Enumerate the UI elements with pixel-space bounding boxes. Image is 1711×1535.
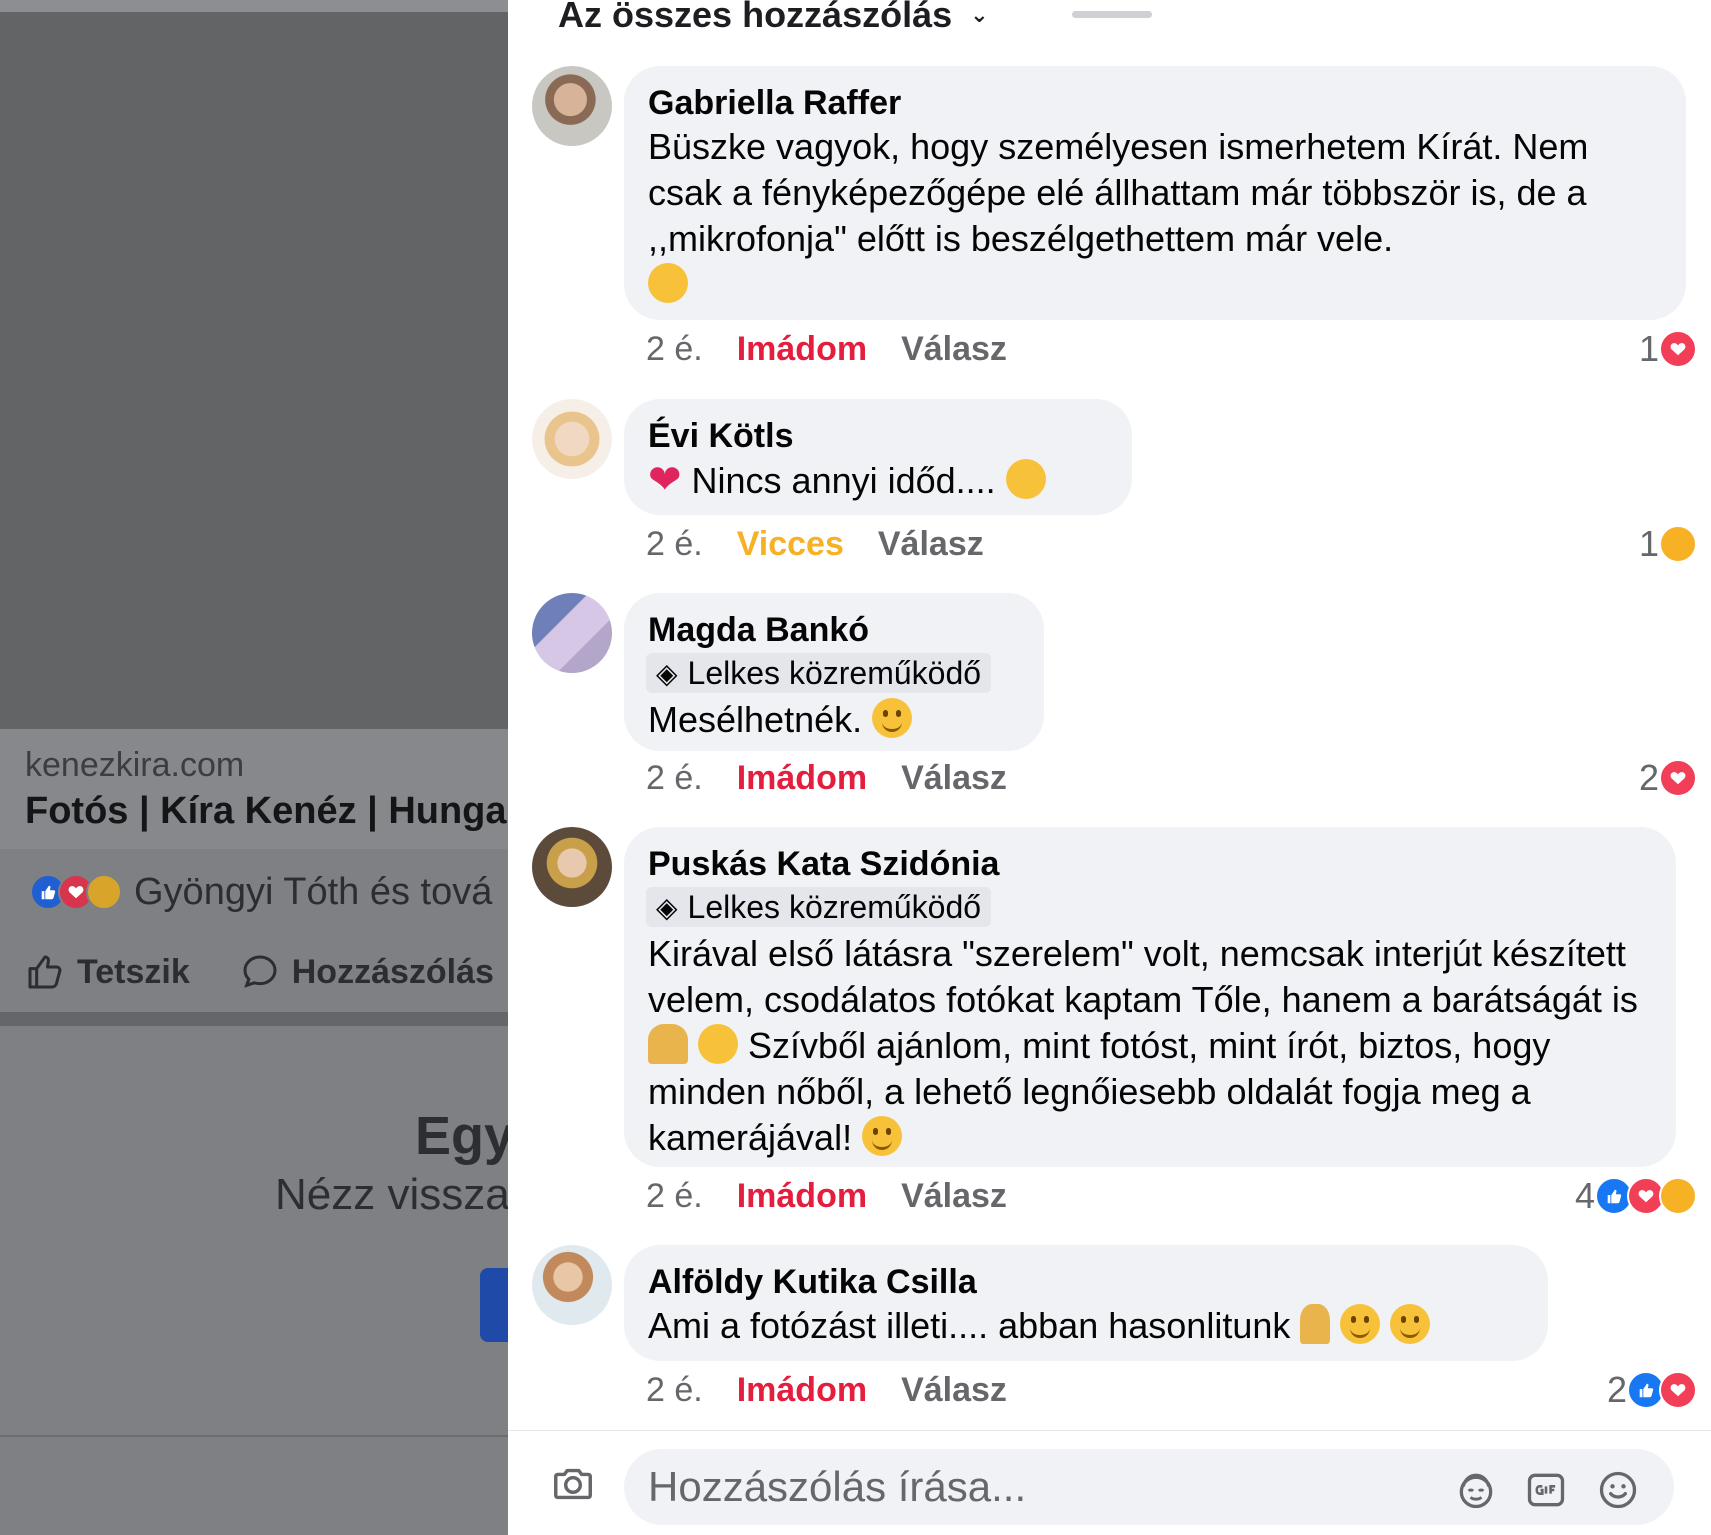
emoji-icon[interactable]: [1596, 1468, 1637, 1509]
comment-meta: 2 é. Imádom Válasz: [646, 758, 1007, 798]
reactors-names: Gyöngyi Tóth és tová: [134, 870, 493, 913]
background-heading: Egy: [415, 1106, 515, 1166]
comment-meta: 2 é. Imádom Válasz: [646, 329, 1007, 369]
comment-bubble: Évi Kötls ❤ Nincs annyi időd....: [624, 399, 1132, 515]
comment-bubble-icon: [243, 955, 277, 988]
comment-bubble: Puskás Kata Szidónia ◈ Lelkes közreműködő…: [624, 827, 1676, 1167]
comment-button[interactable]: Hozzászólás: [240, 952, 494, 992]
link-domain: kenezkira.com: [25, 746, 245, 784]
top-contributor-badge: ◈ Lelkes közreműködő: [646, 887, 992, 927]
comment-text: Kirával első látásra "szerelem" volt, ne…: [648, 933, 1638, 1158]
comment-author[interactable]: Puskás Kata Szidónia: [648, 843, 1652, 885]
red-heart-emoji-icon: ❤: [648, 458, 682, 502]
comment-text: Büszke vagyok, hogy személyesen ismerhet…: [648, 124, 1658, 308]
post-actions: Tetszik Hozzászólás: [25, 950, 494, 994]
comment-input[interactable]: Hozzászólás írása...: [624, 1449, 1674, 1525]
pointing-up-emoji-icon: [1300, 1304, 1331, 1344]
avatar[interactable]: [532, 399, 612, 479]
react-button[interactable]: Imádom: [737, 330, 867, 369]
reply-button[interactable]: Válasz: [901, 330, 1007, 369]
comment-bubble: Gabriella Raffer Büszke vagyok, hogy sze…: [624, 66, 1686, 320]
comment-text: ❤ Nincs annyi időd....: [648, 457, 1108, 504]
avatar[interactable]: [532, 827, 612, 907]
background-top-bar: [0, 0, 520, 12]
comments-filter-dropdown[interactable]: Az összes hozzászólás ⌄: [558, 0, 989, 36]
reaction-count[interactable]: 1: [1638, 328, 1697, 369]
reply-button[interactable]: Válasz: [901, 1371, 1007, 1410]
background-media: [0, 12, 520, 729]
comment-bubble: Alföldy Kutika Csilla Ami a fotózást ill…: [624, 1245, 1548, 1361]
love-reaction-icon: [1659, 759, 1697, 797]
comment-author[interactable]: Alföldy Kutika Csilla: [648, 1261, 1524, 1303]
heart-eyes-emoji-icon: [698, 1024, 739, 1064]
hugging-emoji-icon: [648, 263, 688, 303]
comment-timestamp[interactable]: 2 é.: [646, 525, 703, 564]
reply-button[interactable]: Válasz: [901, 759, 1007, 798]
background-subheading: Nézz vissza: [275, 1170, 510, 1219]
comment-text: Mesélhetnék.: [648, 697, 1020, 743]
care-reaction-icon: [1659, 1177, 1697, 1215]
comments-filter-label: Az összes hozzászólás: [558, 0, 953, 35]
avatar[interactable]: [532, 1245, 612, 1325]
haha-reaction-icon: [1659, 525, 1697, 563]
comment-timestamp[interactable]: 2 é.: [646, 1371, 703, 1410]
reply-button[interactable]: Válasz: [901, 1177, 1007, 1216]
react-button[interactable]: Imádom: [737, 1371, 867, 1410]
winking-emoji-icon: [1005, 459, 1046, 499]
comment-timestamp[interactable]: 2 é.: [646, 1177, 703, 1216]
reaction-count-number: 2: [1638, 757, 1659, 798]
comment-meta: 2 é. Vicces Válasz: [646, 524, 984, 564]
reaction-count[interactable]: 2: [1606, 1369, 1697, 1410]
comment-author[interactable]: Magda Bankó: [648, 609, 1020, 651]
folded-hands-emoji-icon: [648, 1024, 688, 1064]
reaction-count[interactable]: 4: [1574, 1175, 1697, 1216]
comment-bubble: Magda Bankó ◈ Lelkes közreműködő Mesélhet…: [624, 593, 1044, 751]
reaction-count[interactable]: 1: [1638, 523, 1697, 564]
top-contributor-badge: ◈ Lelkes közreműködő: [646, 653, 992, 693]
comment-text: Ami a fotózást illeti.... abban hasonlit…: [648, 1303, 1524, 1349]
react-button[interactable]: Imádom: [737, 1177, 867, 1216]
grinning-emoji-icon: [1390, 1304, 1431, 1344]
comment-author[interactable]: Évi Kötls: [648, 415, 1108, 457]
comments-sheet: Az összes hozzászólás ⌄ Gabriella Raffer…: [508, 0, 1711, 1535]
comment-author[interactable]: Gabriella Raffer: [648, 82, 1662, 124]
avatar-sticker-icon[interactable]: [1454, 1468, 1494, 1509]
feed-divider: [0, 1012, 520, 1026]
care-reaction-icon: [86, 874, 122, 910]
love-reaction-icon: [1659, 330, 1697, 368]
background-divider: [0, 1435, 520, 1437]
react-button[interactable]: Vicces: [737, 525, 844, 564]
diamond-badge-icon: ◈: [656, 891, 678, 923]
chevron-down-icon: ⌄: [970, 2, 989, 27]
smiling-emoji-icon: [1340, 1304, 1381, 1344]
react-button[interactable]: Imádom: [737, 759, 867, 798]
like-button[interactable]: Tetszik: [25, 952, 190, 992]
reaction-count-number: 4: [1574, 1175, 1595, 1216]
smiling-emoji-icon: [862, 1116, 903, 1156]
link-title: Fotós | Kíra Kenéz | Hunga: [25, 790, 507, 832]
sheet-drag-handle[interactable]: [1072, 11, 1152, 18]
comment-meta: 2 é. Imádom Válasz: [646, 1370, 1007, 1410]
gif-icon[interactable]: [1524, 1468, 1565, 1508]
reaction-count-number: 1: [1638, 523, 1659, 564]
thumbs-up-icon: [28, 955, 62, 989]
avatar[interactable]: [532, 593, 612, 673]
diamond-badge-icon: ◈: [656, 657, 678, 689]
comment-button-label: Hozzászólás: [291, 952, 494, 991]
smiling-emoji-icon: [872, 698, 913, 738]
comment-timestamp[interactable]: 2 é.: [646, 330, 703, 369]
reaction-count[interactable]: 2: [1638, 757, 1697, 798]
reaction-count-number: 1: [1638, 328, 1659, 369]
reaction-count-number: 2: [1606, 1369, 1627, 1410]
comment-input-placeholder: Hozzászólás írása...: [648, 1463, 1027, 1510]
reply-button[interactable]: Válasz: [878, 525, 984, 564]
like-button-label: Tetszik: [77, 952, 190, 991]
comment-composer: Hozzászólás írása...: [508, 1430, 1711, 1535]
comment-timestamp[interactable]: 2 é.: [646, 759, 703, 798]
avatar[interactable]: [532, 66, 612, 146]
post-reactions-summary: Gyöngyi Tóth és tová: [30, 870, 492, 914]
comment-meta: 2 é. Imádom Válasz: [646, 1176, 1007, 1216]
camera-icon[interactable]: [550, 1461, 596, 1507]
love-reaction-icon: [1659, 1371, 1697, 1409]
